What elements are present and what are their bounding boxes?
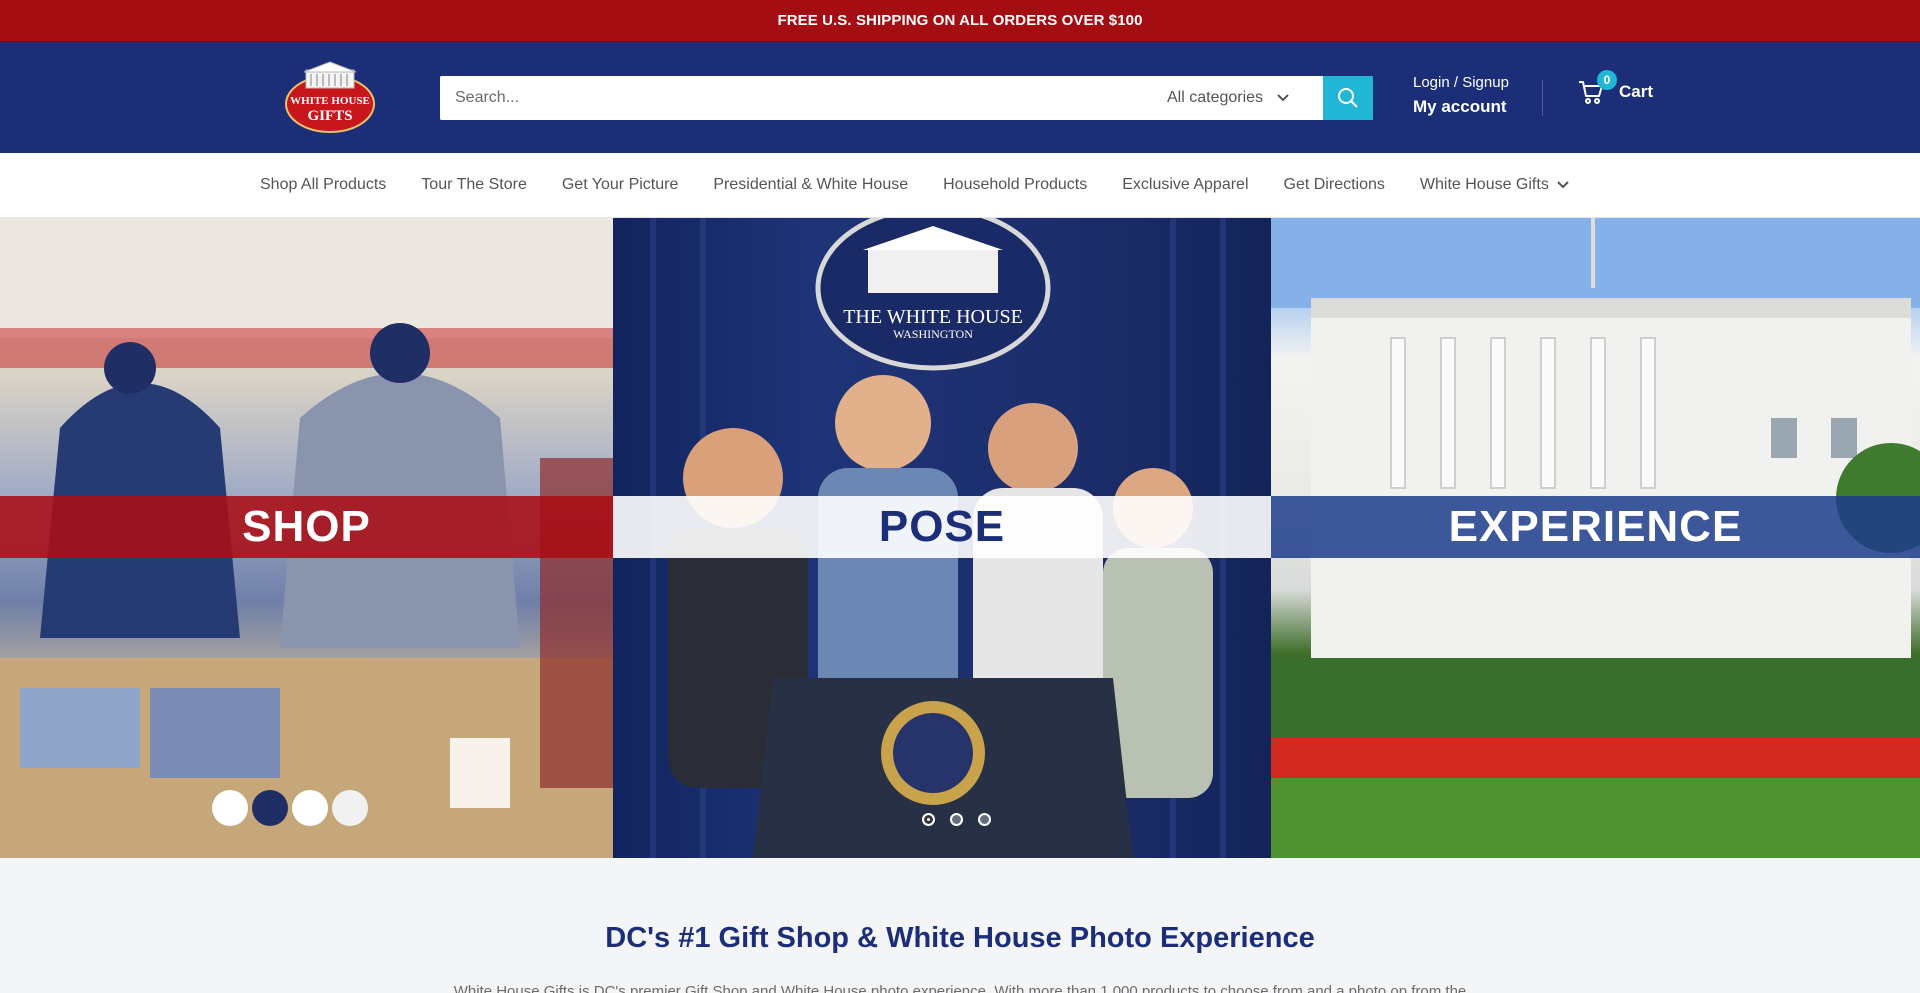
category-label: All categories <box>1167 89 1264 106</box>
cart-icon: 0 <box>1577 70 1617 106</box>
logo-emblem-icon: WHITE HOUSE GIFTS <box>285 61 375 133</box>
slider-dots <box>922 813 991 826</box>
search-button[interactable] <box>1323 76 1373 120</box>
login-signup-link[interactable]: Login / Signup <box>1413 74 1509 91</box>
logo[interactable]: WHITE HOUSE GIFTS <box>284 60 376 134</box>
slider-dot-3[interactable] <box>978 813 991 826</box>
chevron-down-icon <box>1557 181 1569 189</box>
main-nav: Shop All Products Tour The Store Get You… <box>0 153 1920 218</box>
slider-dot-1[interactable] <box>922 813 935 826</box>
cart-count-badge: 0 <box>1597 70 1617 90</box>
intro-section: DC's #1 Gift Shop & White House Photo Ex… <box>0 858 1920 993</box>
cart-label: Cart <box>1619 82 1654 101</box>
nav-exclusive-apparel[interactable]: Exclusive Apparel <box>1122 176 1248 194</box>
shop-banner: SHOP <box>0 496 613 558</box>
intro-title: DC's #1 Gift Shop & White House Photo Ex… <box>605 922 1315 954</box>
search-icon <box>1338 88 1358 108</box>
chevron-down-icon <box>1277 94 1289 102</box>
hero-slider: SHOP THE WHITE HOUSE WASHINGTON POSE EXP… <box>0 218 1920 858</box>
hero-panel-shop[interactable]: SHOP <box>0 218 613 858</box>
my-account-link[interactable]: My account <box>1413 97 1509 117</box>
cart-button[interactable]: 0 Cart <box>1577 70 1654 106</box>
announcement-text: FREE U.S. SHIPPING ON ALL ORDERS OVER $1… <box>777 12 1143 29</box>
search-input[interactable] <box>440 76 1153 120</box>
nav-get-directions[interactable]: Get Directions <box>1284 176 1385 194</box>
account-link[interactable]: Login / Signup My account <box>1413 74 1509 117</box>
nav-shop-all-products[interactable]: Shop All Products <box>260 176 386 194</box>
hero-panel-pose[interactable]: THE WHITE HOUSE WASHINGTON POSE <box>613 218 1271 858</box>
site-header: WHITE HOUSE GIFTS All categories Login /… <box>0 42 1920 153</box>
svg-text:GIFTS: GIFTS <box>307 108 352 124</box>
experience-banner: EXPERIENCE <box>1271 496 1920 558</box>
svg-text:WHITE HOUSE: WHITE HOUSE <box>290 95 370 107</box>
podium-sign-text: THE WHITE HOUSE <box>843 306 1023 328</box>
nav-presidential-white-house[interactable]: Presidential & White House <box>713 176 908 194</box>
podium-sign-subtext: WASHINGTON <box>893 327 973 341</box>
search-bar: All categories <box>440 76 1373 120</box>
announcement-bar: FREE U.S. SHIPPING ON ALL ORDERS OVER $1… <box>0 0 1920 42</box>
nav-tour-the-store[interactable]: Tour The Store <box>421 176 527 194</box>
nav-get-your-picture[interactable]: Get Your Picture <box>562 176 679 194</box>
nav-white-house-gifts[interactable]: White House Gifts <box>1420 176 1569 194</box>
slider-dot-2[interactable] <box>950 813 963 826</box>
intro-text: White House Gifts is DC's premier Gift S… <box>453 983 1467 993</box>
nav-white-house-gifts-label: White House Gifts <box>1419 176 1549 193</box>
hero-panel-experience[interactable]: EXPERIENCE <box>1271 218 1920 858</box>
category-select[interactable]: All categories <box>1153 76 1323 120</box>
nav-household-products[interactable]: Household Products <box>943 176 1087 194</box>
header-divider <box>1542 80 1543 116</box>
pose-banner: POSE <box>613 496 1271 558</box>
